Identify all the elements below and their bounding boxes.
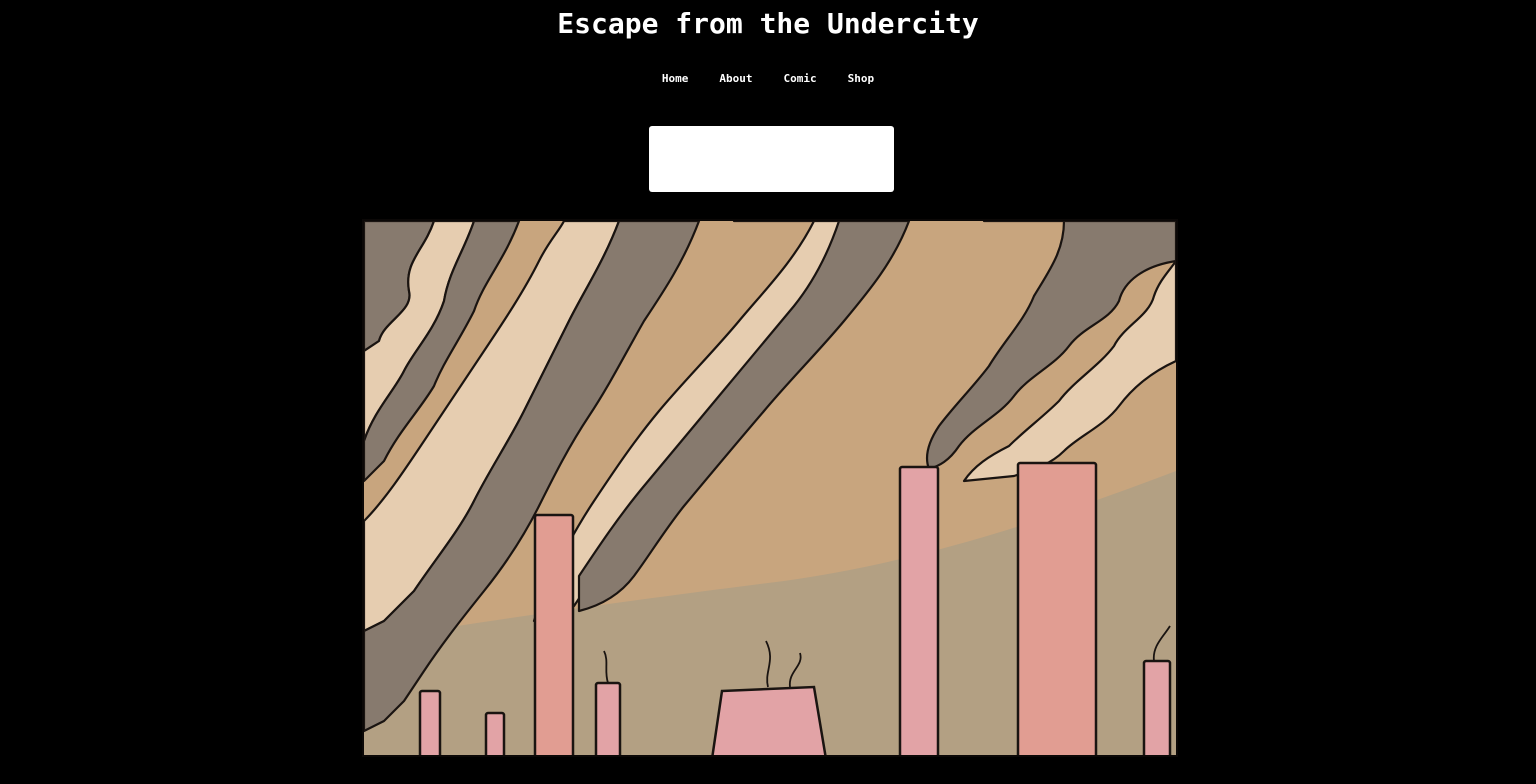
- chimney-squat-center: [711, 685, 827, 755]
- nav-comic-link[interactable]: Comic: [784, 71, 817, 87]
- main-nav: Home About Comic Shop: [0, 71, 1536, 87]
- nav-shop-link[interactable]: Shop: [848, 71, 875, 87]
- chimney-tall-center: [898, 465, 940, 755]
- blank-banner-box: [649, 126, 894, 192]
- chimney-small-3: [594, 681, 622, 755]
- chimney-small-1: [418, 689, 442, 755]
- chimney-tall-left: [533, 513, 575, 755]
- comic-panel: [362, 219, 1178, 757]
- comic-illustration: [364, 221, 1176, 755]
- chimney-small-2: [484, 711, 506, 755]
- site-title: Escape from the Undercity: [557, 7, 979, 40]
- nav-about-link[interactable]: About: [719, 71, 752, 87]
- chimney-small-right: [1142, 659, 1172, 755]
- nav-home-link[interactable]: Home: [662, 71, 689, 87]
- chimney-wide-right: [1016, 461, 1098, 755]
